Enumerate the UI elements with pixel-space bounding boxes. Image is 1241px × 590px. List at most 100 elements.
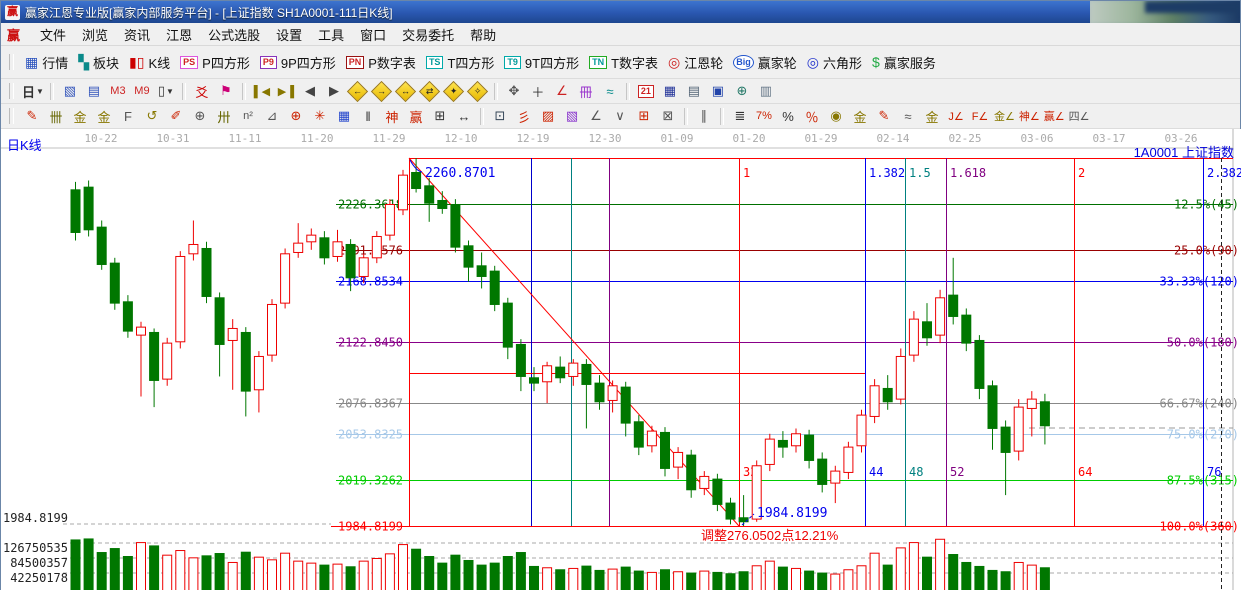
menu-item-6[interactable]: 设置 [268,23,310,46]
f-angle-icon[interactable]: F∠ [968,107,992,126]
ying-angle-icon[interactable]: 赢∠ [1042,107,1067,126]
nav-next-button[interactable]: ▶ [322,82,346,101]
winner-service-button[interactable]: $赢家服务 [867,51,941,74]
spiral-icon[interactable]: ↺ [140,107,164,126]
hexagon-button[interactable]: ◎六角形 [802,51,867,74]
menu-item-3[interactable]: 资讯 [116,23,158,46]
gold-grid2-icon[interactable]: 金 [92,107,116,126]
price-grid-icon[interactable]: ⊞ [632,107,656,126]
p-number-button[interactable]: PNP数字表 [341,51,421,74]
bar-pair-icon[interactable]: ‖ [356,107,380,126]
t-number-button[interactable]: TNT数字表 [584,51,663,74]
percent7-icon[interactable]: 7% [752,107,776,126]
menu-item-1[interactable]: 文件 [32,23,74,46]
gann-book-icon[interactable]: 冊 [574,82,598,101]
menu-item-8[interactable]: 窗口 [352,23,394,46]
gann-fit-diamond[interactable]: ✦ [442,82,466,101]
dot-grid-icon[interactable]: ⊠ [656,107,680,126]
hash2-icon[interactable]: 卅 [212,107,236,126]
scale-bars-icon[interactable]: ≣ [728,107,752,126]
circle-cross-icon[interactable]: ⊕ [188,107,212,126]
fan-lines-icon[interactable]: 彡 [512,107,536,126]
square-nine-icon[interactable]: n² [236,107,260,126]
wave-scan-icon[interactable]: ≈ [598,82,622,101]
wave-band-icon[interactable]: ≈ [896,107,920,126]
notepad-icon[interactable]: ▤ [682,82,706,101]
draw-pen-icon[interactable]: ✎ [20,107,44,126]
minor-wave-9-icon[interactable]: M9 [130,82,154,101]
fan-box-icon[interactable]: ▨ [536,107,560,126]
gann-shift-right-diamond[interactable]: → [370,82,394,101]
menu-item-7[interactable]: 工具 [310,23,352,46]
info-panel-icon[interactable]: ▤ [82,82,106,101]
angle-fan-icon[interactable]: ⊿ [260,107,284,126]
gann-expand-diamond[interactable]: ↔ [394,82,418,101]
pattern-select-icon[interactable]: 爻 [190,82,214,101]
candle-style-dropdown[interactable]: ▯▼ [154,82,178,101]
color-flag-icon[interactable]: ⚑ [214,82,238,101]
grid-123-icon[interactable]: ⊞ [428,107,452,126]
nav-prev-button[interactable]: ◀ [298,82,322,101]
toolbar-grip[interactable] [9,83,14,99]
nav-last-button[interactable]: ▶▐ [274,82,298,101]
gann-wheel-button[interactable]: ◎江恩轮 [663,51,728,74]
j-angle-icon[interactable]: J∠ [944,107,968,126]
menu-item-9[interactable]: 交易委托 [394,23,462,46]
pen-note-icon[interactable]: ✎ [872,107,896,126]
quotes-button[interactable]: ▦行情 [20,51,73,74]
si-angle-icon[interactable]: 四∠ [1067,107,1092,126]
percent-icon[interactable]: % [776,107,800,126]
grid-target-icon[interactable]: ▦ [332,107,356,126]
shen-angle-icon[interactable]: 神∠ [1017,107,1042,126]
percent-line-icon[interactable]: ％ [800,107,824,126]
zigzag-icon[interactable]: ∨ [608,107,632,126]
sectors-button[interactable]: ▚板块 [73,51,124,74]
menu-item-2[interactable]: 浏览 [74,23,116,46]
gold-line-icon[interactable]: 金 [848,107,872,126]
t9-square-button[interactable]: T99T四方形 [499,51,584,74]
fib-f-icon[interactable]: F [116,107,140,126]
parallel-lines-icon[interactable]: ∥ [692,107,716,126]
pan-hand-icon[interactable]: ✥ [502,82,526,101]
menu-item-10[interactable]: 帮助 [462,23,504,46]
kline-chart[interactable]: 10-2210-3111-1111-2011-2912-1012-1912-30… [1,129,1241,590]
ying-tool-icon[interactable]: 赢 [404,107,428,126]
width-measure-icon[interactable]: ↔ [452,107,476,126]
toolbar-grip[interactable] [9,108,14,124]
minor-wave-3-icon[interactable]: M3 [106,82,130,101]
gold-under-icon[interactable]: 金 [920,107,944,126]
shen-tool-icon[interactable]: 神 [380,107,404,126]
multi-angle-icon[interactable]: ∠ [584,107,608,126]
gann-full-diamond[interactable]: ✧ [466,82,490,101]
period-daily-dropdown[interactable]: 日▼ [20,82,46,101]
menu-item-5[interactable]: 公式选股 [200,23,268,46]
gold-circle-icon[interactable]: ◉ [824,107,848,126]
remote-pc-icon[interactable]: ▥ [754,82,778,101]
gann-compass-icon[interactable]: ⊕ [284,107,308,126]
p9-square-button[interactable]: P99P四方形 [255,51,341,74]
t-square-button[interactable]: TST四方形 [421,51,499,74]
kline-button[interactable]: ▮▯K线 [124,51,175,74]
radial-web-icon[interactable]: ✳ [308,107,332,126]
angle-measure-icon[interactable]: ∠ [550,82,574,101]
gold-grid-icon[interactable]: 金 [68,107,92,126]
nav-first-button[interactable]: ▌◀ [250,82,274,101]
gann-compress-diamond[interactable]: ⇄ [418,82,442,101]
calculator-icon[interactable]: ▦ [658,82,682,101]
toolbar-grip[interactable] [9,54,14,70]
pen-measure-icon[interactable]: ✐ [164,107,188,126]
save-icon[interactable]: ▣ [706,82,730,101]
gold-angle-icon[interactable]: 金∠ [992,107,1017,126]
crosshair-icon[interactable]: ＋ [526,82,550,101]
menu-item-4[interactable]: 江恩 [158,23,200,46]
region-zoom-icon[interactable]: ▧ [58,82,82,101]
gann-shift-left-diamond[interactable]: ← [346,82,370,101]
calendar-icon[interactable]: 21 [634,82,658,101]
box-tool-icon[interactable]: ⊡ [488,107,512,126]
fan-box2-icon[interactable]: ▧ [560,107,584,126]
winner-wheel-button[interactable]: Big赢家轮 [728,51,802,74]
title-bar[interactable]: 赢 赢家江恩专业版[赢家内部服务平台] - [上证指数 SH1A0001-111… [1,1,1240,23]
network-icon[interactable]: ⊕ [730,82,754,101]
hash-grid-icon[interactable]: 卌 [44,107,68,126]
p-square-button[interactable]: PSP四方形 [175,51,255,74]
